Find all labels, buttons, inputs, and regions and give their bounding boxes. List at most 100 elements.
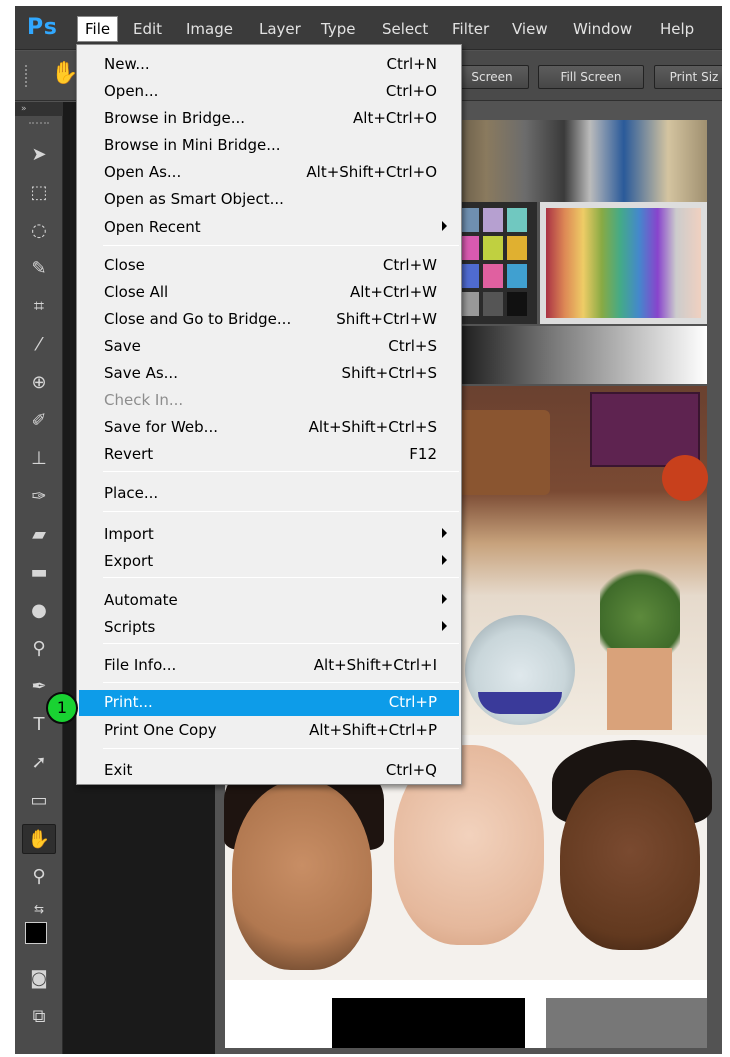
- lasso-tool-icon[interactable]: ◌: [22, 216, 56, 246]
- menu-window[interactable]: Window: [567, 18, 638, 40]
- actual-screen-button[interactable]: Screen: [455, 65, 529, 89]
- menu-item-browse-in-mini-bridge[interactable]: Browse in Mini Bridge...: [79, 133, 459, 159]
- gray-patch: [546, 998, 707, 1048]
- screen-mode-icon[interactable]: ⧉: [22, 1002, 56, 1032]
- menu-item-shortcut: Ctrl+P: [388, 693, 437, 711]
- menu-item-label: Save: [104, 337, 141, 355]
- menu-item-open-as[interactable]: Open As... Alt+Shift+Ctrl+O: [79, 160, 459, 186]
- menu-item-label: Close All: [104, 283, 169, 301]
- rectangle-tool-icon[interactable]: ▭: [22, 786, 56, 816]
- brush-tool-icon[interactable]: ✐: [22, 406, 56, 436]
- swatch: [483, 208, 503, 232]
- menu-item-label: Place...: [104, 484, 159, 502]
- menu-item-save-for-web[interactable]: Save for Web... Alt+Shift+Ctrl+S: [79, 415, 459, 441]
- menu-item-import[interactable]: Import: [79, 522, 459, 548]
- collapse-icon[interactable]: »: [15, 102, 63, 116]
- toolbar-grip[interactable]: [29, 122, 49, 125]
- print-size-button[interactable]: Print Siz: [654, 65, 722, 89]
- menu-item-label: Open As...: [104, 163, 182, 181]
- menu-separator: [103, 471, 459, 472]
- menu-item-shortcut: Ctrl+W: [382, 256, 437, 274]
- crop-tool-icon[interactable]: ⌗: [22, 292, 56, 322]
- swap-colors-icon[interactable]: ⇆: [22, 894, 56, 924]
- menu-type[interactable]: Type: [315, 18, 361, 40]
- submenu-arrow-icon: [442, 594, 447, 604]
- marquee-tool-icon[interactable]: ⬚: [22, 178, 56, 208]
- menu-separator: [103, 245, 459, 246]
- healing-brush-tool-icon[interactable]: ⊕: [22, 368, 56, 398]
- gradient-tool-icon[interactable]: ▬: [22, 558, 56, 588]
- menu-item-shortcut: Alt+Shift+Ctrl+S: [308, 418, 437, 436]
- menu-item-automate[interactable]: Automate: [79, 588, 459, 614]
- menu-layer[interactable]: Layer: [253, 18, 307, 40]
- menu-item-close-all[interactable]: Close All Alt+Ctrl+W: [79, 280, 459, 306]
- options-grip[interactable]: [25, 65, 29, 87]
- hand-tool-icon[interactable]: ✋: [22, 824, 56, 854]
- history-brush-tool-icon[interactable]: ✑: [22, 482, 56, 512]
- menu-item-label: Browse in Bridge...: [104, 109, 246, 127]
- menu-item-browse-in-bridge[interactable]: Browse in Bridge... Alt+Ctrl+O: [79, 106, 459, 132]
- zoom-tool-icon[interactable]: ⚲: [22, 862, 56, 892]
- quick-selection-tool-icon[interactable]: ✎: [22, 254, 56, 284]
- menu-item-shortcut: Alt+Ctrl+O: [353, 109, 437, 127]
- menu-item-label: Save for Web...: [104, 418, 218, 436]
- menu-separator: [103, 748, 459, 749]
- menu-item-exit[interactable]: Exit Ctrl+Q: [79, 758, 459, 784]
- menu-item-shortcut: Shift+Ctrl+W: [336, 310, 437, 328]
- menu-view[interactable]: View: [506, 18, 554, 40]
- foreground-color-swatch[interactable]: [25, 922, 47, 944]
- menu-item-print[interactable]: Print... Ctrl+P: [79, 690, 459, 716]
- menu-item-save[interactable]: Save Ctrl+S: [79, 334, 459, 360]
- menu-item-label: New...: [104, 55, 150, 73]
- menu-item-label: File Info...: [104, 656, 177, 674]
- path-selection-tool-icon[interactable]: ➚: [22, 748, 56, 778]
- blur-tool-icon[interactable]: ●: [22, 596, 56, 626]
- eraser-tool-icon[interactable]: ▰: [22, 520, 56, 550]
- menu-item-close[interactable]: Close Ctrl+W: [79, 253, 459, 279]
- menu-item-new[interactable]: New... Ctrl+N: [79, 52, 459, 78]
- swatch: [507, 236, 527, 260]
- fill-screen-button[interactable]: Fill Screen: [538, 65, 644, 89]
- menu-separator: [103, 682, 459, 683]
- eyedropper-tool-icon[interactable]: ⁄: [22, 330, 56, 360]
- menu-select[interactable]: Select: [376, 18, 434, 40]
- menu-item-scripts[interactable]: Scripts: [79, 615, 459, 641]
- menu-filter[interactable]: Filter: [446, 18, 495, 40]
- menu-item-label: Automate: [104, 591, 178, 609]
- hand-icon: ✋: [51, 61, 79, 86]
- menu-item-shortcut: Alt+Shift+Ctrl+P: [309, 721, 437, 739]
- menu-item-file-info[interactable]: File Info... Alt+Shift+Ctrl+I: [79, 653, 459, 679]
- menu-file[interactable]: File: [77, 16, 119, 42]
- menu-item-label: Revert: [104, 445, 154, 463]
- menu-item-open-recent[interactable]: Open Recent: [79, 215, 459, 241]
- dodge-tool-icon[interactable]: ⚲: [22, 634, 56, 664]
- submenu-arrow-icon: [442, 555, 447, 565]
- ps-logo: Ps: [27, 15, 58, 40]
- swatch: [459, 236, 479, 260]
- clone-stamp-tool-icon[interactable]: ⊥: [22, 444, 56, 474]
- menu-item-shortcut: Ctrl+S: [388, 337, 437, 355]
- menu-item-close-and-go-to-bridge[interactable]: Close and Go to Bridge... Shift+Ctrl+W: [79, 307, 459, 333]
- color-chart-image: [540, 202, 707, 324]
- menu-image[interactable]: Image: [180, 18, 239, 40]
- menu-item-shortcut: Ctrl+N: [386, 55, 437, 73]
- menu-item-print-one-copy[interactable]: Print One Copy Alt+Shift+Ctrl+P: [79, 718, 459, 744]
- menu-item-open-as-smart-object[interactable]: Open as Smart Object...: [79, 187, 459, 213]
- menu-item-open[interactable]: Open... Ctrl+O: [79, 79, 459, 105]
- submenu-arrow-icon: [442, 221, 447, 231]
- woman-face-image: [232, 780, 372, 970]
- quick-mask-icon[interactable]: ◙: [22, 964, 56, 994]
- menu-edit[interactable]: Edit: [127, 18, 168, 40]
- menu-item-place[interactable]: Place...: [79, 481, 459, 507]
- menu-item-shortcut: Alt+Ctrl+W: [350, 283, 437, 301]
- menu-item-revert[interactable]: Revert F12: [79, 442, 459, 468]
- menu-item-label: Exit: [104, 761, 133, 779]
- menu-item-shortcut: Ctrl+O: [385, 82, 437, 100]
- menu-item-shortcut: Ctrl+Q: [385, 761, 437, 779]
- menu-item-export[interactable]: Export: [79, 549, 459, 575]
- step-marker-badge: 1: [46, 692, 78, 724]
- move-tool-icon[interactable]: ➤: [22, 140, 56, 170]
- menu-help[interactable]: Help: [654, 18, 700, 40]
- menu-separator: [103, 643, 459, 644]
- menu-item-save-as[interactable]: Save As... Shift+Ctrl+S: [79, 361, 459, 387]
